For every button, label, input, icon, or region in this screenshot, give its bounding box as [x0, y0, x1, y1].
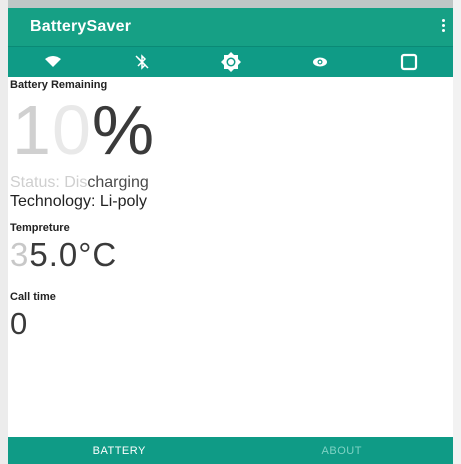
overflow-menu-icon[interactable]: [439, 19, 447, 35]
battery-technology: Technology: Li-poly: [10, 193, 147, 210]
app-bar: BatterySaver: [8, 8, 453, 46]
temperature-value: 35.0°C: [10, 236, 118, 273]
window-edge-left: [0, 0, 8, 464]
call-time-value: 0: [10, 306, 28, 341]
location-icon: [312, 57, 327, 67]
battery-status: Status: Discharging: [10, 174, 149, 191]
call-time-label: Call time: [10, 291, 56, 303]
tab-battery[interactable]: BATTERY: [8, 437, 231, 464]
app-title: BatterySaver: [30, 18, 132, 35]
battery-percent-value: 10%: [12, 91, 156, 169]
wifi-toggle[interactable]: [8, 47, 97, 77]
quick-toggle-bar: [8, 46, 453, 77]
tab-about[interactable]: ABOUT: [231, 437, 454, 464]
location-toggle[interactable]: [275, 47, 364, 77]
status-strip: [0, 0, 461, 8]
bottom-tab-bar: BATTERY ABOUT: [8, 437, 453, 464]
wifi-icon: [44, 56, 61, 67]
brightness-icon: [220, 52, 241, 72]
temperature-label: Tempreture: [10, 222, 70, 234]
brightness-toggle[interactable]: [186, 47, 275, 77]
screen-icon: [400, 53, 417, 71]
bluetooth-toggle[interactable]: [97, 47, 186, 77]
battery-remaining-label: Battery Remaining: [10, 79, 108, 91]
bluetooth-icon: [134, 54, 149, 70]
window-edge-right: [453, 0, 461, 464]
screen-toggle[interactable]: [364, 47, 453, 77]
